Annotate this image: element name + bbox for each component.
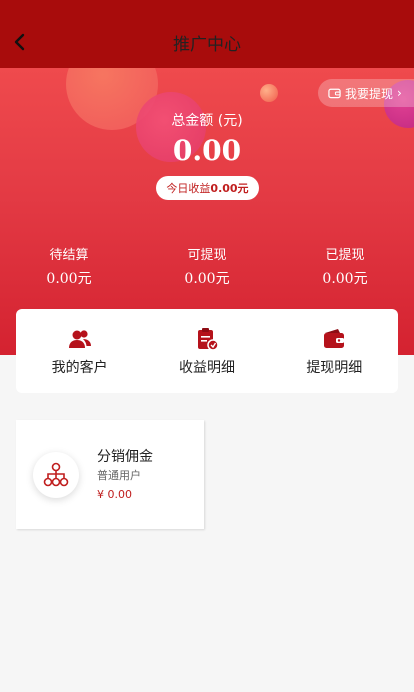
commission-subtitle: 普通用户: [97, 469, 141, 482]
stat-value: 0.00元: [46, 271, 92, 287]
today-earnings-value: 0.00元: [210, 182, 249, 195]
hierarchy-icon: [43, 462, 69, 487]
today-earnings-label: 今日收益: [166, 182, 211, 195]
decorative-bubble: [260, 84, 278, 102]
quick-menu: 我的客户 收益明细 提现明细: [16, 309, 398, 393]
wallet-icon: [328, 88, 341, 99]
stat-value: 0.00元: [322, 271, 368, 287]
menu-label: 收益明细: [178, 360, 235, 376]
menu-label: 提现明细: [306, 360, 363, 376]
total-amount-label: 总金额 (元): [171, 113, 243, 129]
total-amount-value: 0.00: [172, 134, 242, 167]
stat-pending: 待结算 0.00元: [0, 244, 138, 288]
menu-my-customers[interactable]: 我的客户: [16, 309, 143, 393]
stat-label: 可提现: [187, 248, 227, 263]
page-title: 推广中心: [173, 35, 241, 55]
users-icon: [68, 330, 91, 348]
top-navigation-bar: 推广中心: [0, 0, 414, 68]
stat-withdrawn: 已提现 0.00元: [276, 244, 414, 288]
chevron-right-icon: ›: [397, 86, 402, 100]
today-earnings-badge: 今日收益 0.00元: [156, 176, 259, 200]
menu-label: 我的客户: [51, 360, 108, 376]
stat-withdrawable: 可提现 0.00元: [138, 244, 276, 288]
withdraw-button[interactable]: 我要提现 ›: [318, 79, 414, 107]
commission-title: 分销佣金: [97, 449, 153, 465]
menu-earnings-detail[interactable]: 收益明细: [143, 309, 270, 393]
stat-label: 待结算: [49, 248, 89, 263]
menu-withdraw-detail[interactable]: 提现明细: [271, 309, 398, 393]
balance-stats: 待结算 0.00元 可提现 0.00元 已提现 0.00元: [0, 244, 414, 288]
wallet-icon: [324, 329, 345, 348]
commission-value: ¥ 0.00: [97, 488, 132, 501]
commission-icon-badge: [33, 452, 79, 498]
stat-label: 已提现: [325, 248, 365, 263]
stat-value: 0.00元: [184, 271, 230, 287]
commission-card[interactable]: 分销佣金 普通用户 ¥ 0.00: [16, 420, 204, 529]
clipboard-icon: [197, 328, 219, 351]
withdraw-button-label: 我要提现: [345, 86, 394, 101]
